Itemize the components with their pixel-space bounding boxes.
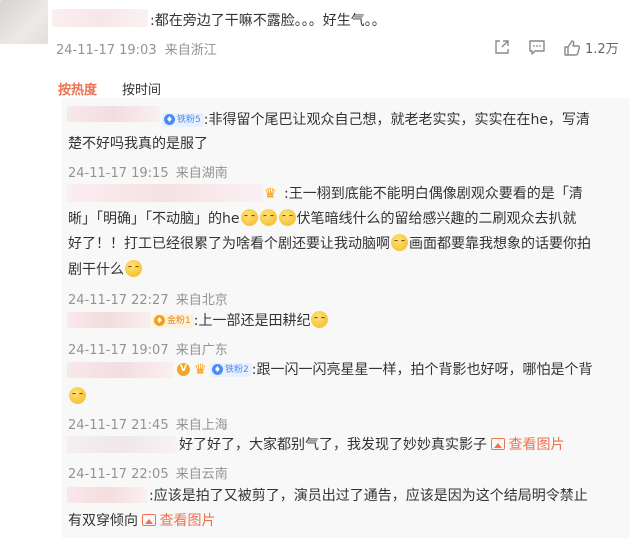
- reply-text-continued: 剧干什么: [68, 258, 143, 282]
- comment-button[interactable]: [528, 38, 546, 56]
- thumbs-up-icon: [564, 39, 581, 56]
- comment-meta: 24-11-17 19:03 来自浙江: [56, 39, 217, 58]
- reply-meta: 24-11-17 19:07 来自广东: [68, 343, 228, 358]
- crown-icon: ♛: [264, 186, 277, 202]
- tab-by-popularity[interactable]: 按热度: [58, 79, 97, 98]
- fan-badge-icon: ♦: [164, 114, 175, 125]
- reply-meta: 24-11-17 19:15 来自湖南: [68, 166, 228, 181]
- crown-icon: ♛: [194, 362, 207, 378]
- comment-icon: [529, 40, 545, 55]
- reply-text: :应该是拍了又被剪了，演员出过了通告，应该是因为这个结局明令禁止: [149, 488, 588, 504]
- fan-badge: ♦ 金粉1: [152, 314, 194, 328]
- tab-by-time[interactable]: 按时间: [122, 79, 161, 98]
- reply-text-continued: 晰」「明确」「不动脑」的he 伏笔暗线什么的留给感兴趣的二刷观众去扒就: [68, 209, 577, 227]
- smile-emoji-icon: [69, 387, 86, 404]
- reply-text: ♦ 铁粉5 :非得留个尾巴让观众自己想，就老老实实，实实在在he，写清: [162, 108, 622, 132]
- avatar[interactable]: [0, 0, 48, 44]
- reply-text: :王一栩到底能不能明白偶像剧观众要看的是「清: [284, 186, 583, 202]
- fan-badge-icon: ♦: [154, 315, 165, 326]
- image-icon: [491, 438, 506, 450]
- username[interactable]: [52, 9, 148, 27]
- fan-badge: ♦ 铁粉2: [210, 363, 252, 377]
- reply-username[interactable]: [67, 106, 160, 122]
- view-image-link[interactable]: 查看图片: [491, 437, 564, 453]
- comment-location: 来自浙江: [164, 43, 217, 58]
- reply-text: ♦ 金粉1 :上一部还是田耕纪: [152, 309, 329, 333]
- comment-text: :都在旁边了干嘛不露脸。。。好生气。。: [150, 13, 386, 29]
- reply-username[interactable]: [67, 184, 263, 202]
- reply-text-continued: [68, 386, 87, 405]
- reply-text-continued: 有双穿倾向 查看图片: [68, 513, 216, 529]
- verified-badge: V: [177, 363, 190, 376]
- share-button[interactable]: [493, 38, 511, 56]
- smile-emoji-icon: [125, 260, 142, 277]
- fan-badge: ♦ 铁粉5: [162, 113, 204, 127]
- fan-badge-icon: ♦: [212, 364, 223, 375]
- reply-username[interactable]: [67, 312, 151, 328]
- smile-emoji-icon: [240, 209, 258, 226]
- reply-username[interactable]: [67, 362, 173, 378]
- reply-username[interactable]: [67, 487, 147, 503]
- laugh-emoji-icon: [311, 311, 329, 328]
- reply-text-continued: 好了！！打工已经很累了为啥看个剧还要让我动脑啊 画面都要靠我想象的话要你拍: [68, 234, 591, 252]
- reply-meta: 24-11-17 22:27 来自北京: [68, 293, 228, 308]
- like-button[interactable]: 1.2万: [563, 38, 619, 57]
- image-icon: [142, 514, 157, 526]
- reply-meta: 24-11-17 22:05 来自云南: [68, 467, 228, 482]
- view-image-link[interactable]: 查看图片: [142, 513, 215, 529]
- reply-meta: 24-11-17 21:45 来自上海: [68, 418, 228, 433]
- smile-emoji-icon: [391, 234, 408, 251]
- share-icon: [495, 40, 509, 54]
- like-count: 1.2万: [585, 42, 619, 57]
- smile-emoji-icon: [259, 209, 277, 226]
- reply-text: ♦ 铁粉2 :跟一闪一闪亮星星一样，拍个背影也好呀，哪怕是个背: [210, 358, 592, 382]
- smile-emoji-icon: [278, 209, 296, 226]
- reply-text-continued: 楚不好吗我真的是服了: [68, 136, 208, 152]
- reply-text: 好了好了，大家都别气了，我发现了妙妙真实影子 查看图片: [179, 437, 565, 453]
- reply-username[interactable]: [67, 436, 177, 453]
- comment-time: 24-11-17 19:03: [56, 43, 157, 58]
